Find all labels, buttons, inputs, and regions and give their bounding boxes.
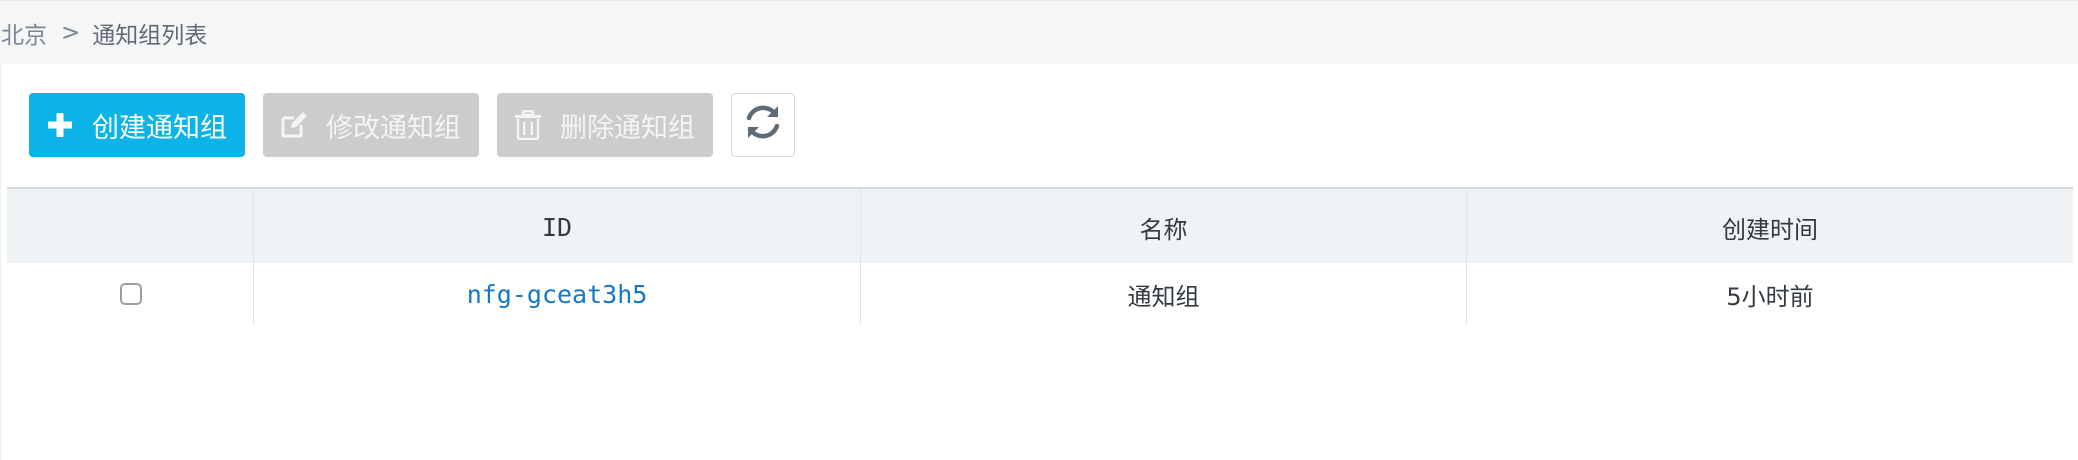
row-select-cell — [7, 263, 253, 325]
breadcrumb-separator: > — [61, 19, 81, 46]
create-notification-group-button[interactable]: 创建通知组 — [29, 93, 245, 157]
table-row: nfg-gceat3h5 通知组 5小时前 — [7, 263, 2073, 325]
breadcrumb-root[interactable]: 北京 — [1, 16, 47, 50]
breadcrumb-current: 通知组列表 — [92, 22, 208, 49]
delete-notification-group-button[interactable]: 删除通知组 — [497, 93, 713, 157]
breadcrumb: 北京 > 通知组列表 — [0, 0, 2078, 64]
edit-button-label: 修改通知组 — [326, 112, 461, 144]
refresh-button[interactable] — [731, 93, 795, 157]
column-header-select — [7, 189, 253, 263]
plus-icon — [44, 109, 76, 141]
row-id-cell: nfg-gceat3h5 — [253, 263, 860, 325]
refresh-icon — [742, 101, 784, 150]
edit-icon — [278, 109, 310, 141]
row-id-link[interactable]: nfg-gceat3h5 — [467, 280, 648, 309]
table-header: ID 名称 创建时间 — [7, 187, 2073, 263]
row-name-cell: 通知组 — [860, 263, 1466, 325]
toolbar: 创建通知组 修改通知组 删除通知组 — [29, 93, 795, 157]
column-header-name[interactable]: 名称 — [860, 189, 1466, 263]
delete-button-label: 删除通知组 — [560, 112, 695, 144]
notification-group-table: ID 名称 创建时间 nfg-gceat3h5 通知组 5小时前 — [7, 187, 2073, 325]
create-button-label: 创建通知组 — [92, 112, 227, 144]
row-created-cell: 5小时前 — [1466, 263, 2073, 325]
trash-icon — [512, 109, 544, 141]
column-header-id[interactable]: ID — [253, 189, 860, 263]
row-checkbox[interactable] — [120, 283, 142, 305]
edit-notification-group-button[interactable]: 修改通知组 — [263, 93, 479, 157]
page-left-border — [0, 64, 1, 460]
column-header-created[interactable]: 创建时间 — [1466, 189, 2073, 263]
